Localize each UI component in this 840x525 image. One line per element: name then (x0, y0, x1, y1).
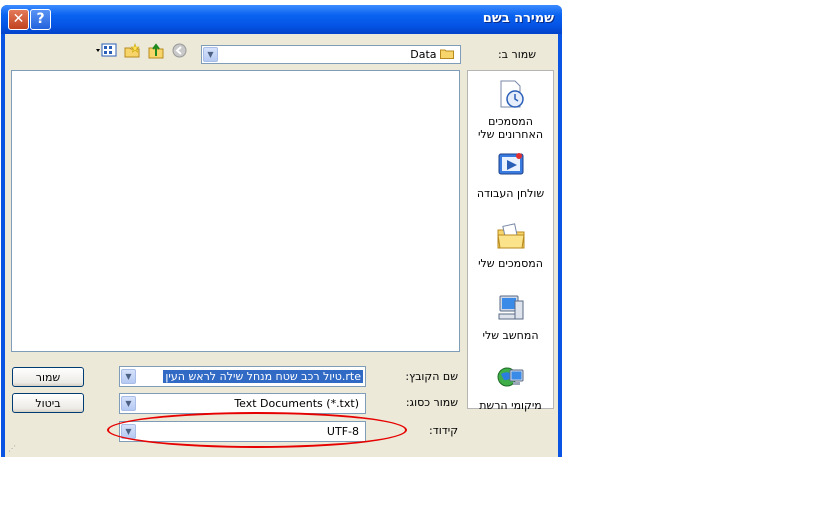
save-button[interactable]: שמור (12, 367, 84, 387)
place-label: המסמכים (488, 115, 533, 128)
resize-grip-icon[interactable]: ⋰ (8, 444, 18, 454)
place-desktop[interactable]: שולחן העבודה (468, 151, 553, 200)
save-in-value: Data (410, 48, 437, 61)
file-list[interactable] (11, 70, 460, 352)
save-as-dialog: ✕ ? שמירה בשם שמור ב: ▼ Data המסמכים האח… (1, 5, 562, 457)
savetype-label: שמור כסוג: (405, 396, 458, 409)
new-folder-icon[interactable] (123, 43, 140, 60)
place-label: שולחן העבודה (476, 187, 545, 200)
close-icon[interactable]: ✕ (8, 9, 29, 30)
place-label: המסמכים שלי (478, 257, 543, 270)
annotation-oval (107, 412, 407, 448)
place-my-documents[interactable]: המסמכים שלי (468, 221, 553, 270)
dialog-client: שמור ב: ▼ Data המסמכים האחרונים שלי שולח… (5, 34, 558, 457)
recent-documents-icon (500, 80, 524, 108)
network-places-icon (497, 367, 523, 387)
savetype-value: Text Documents (*.txt) (234, 397, 359, 410)
save-in-label: שמור ב: (497, 48, 536, 61)
place-label: האחרונים שלי (477, 128, 544, 141)
place-network[interactable]: מיקומי הרשת (468, 363, 553, 412)
cancel-button[interactable]: ביטול (12, 393, 84, 413)
chevron-down-icon[interactable]: ▼ (121, 396, 136, 411)
back-icon[interactable] (171, 43, 188, 60)
my-computer-icon (498, 295, 523, 320)
place-recent-documents[interactable]: המסמכים האחרונים שלי (468, 79, 553, 141)
folder-icon (440, 49, 454, 59)
chevron-down-icon[interactable]: ▼ (203, 47, 218, 62)
save-in-combo[interactable]: ▼ Data (201, 45, 461, 64)
up-folder-icon[interactable] (147, 43, 164, 60)
place-my-computer[interactable]: המחשב שלי (468, 293, 553, 342)
savetype-combo[interactable]: ▼ Text Documents (*.txt) (119, 393, 366, 414)
places-bar: המסמכים האחרונים שלי שולחן העבודה המסמכי… (467, 70, 554, 412)
place-label: מיקומי הרשת (479, 399, 542, 412)
desktop-icon (498, 153, 523, 175)
views-icon[interactable] (95, 43, 117, 60)
title-bar[interactable]: ✕ ? שמירה בשם (1, 5, 562, 34)
dialog-title: שמירה בשם (482, 11, 554, 26)
encoding-label: קידוד: (429, 424, 458, 437)
filename-combo[interactable]: ▼ טיול רכב שטח מנחל שילה לראש העין.rte (119, 366, 366, 387)
filename-value[interactable]: טיול רכב שטח מנחל שילה לראש העין.rte (163, 370, 363, 383)
place-label: המחשב שלי (482, 329, 539, 342)
help-icon[interactable]: ? (30, 9, 51, 30)
chevron-down-icon[interactable]: ▼ (121, 369, 136, 384)
my-documents-icon (496, 223, 525, 249)
filename-label: שם הקובץ: (405, 370, 458, 383)
